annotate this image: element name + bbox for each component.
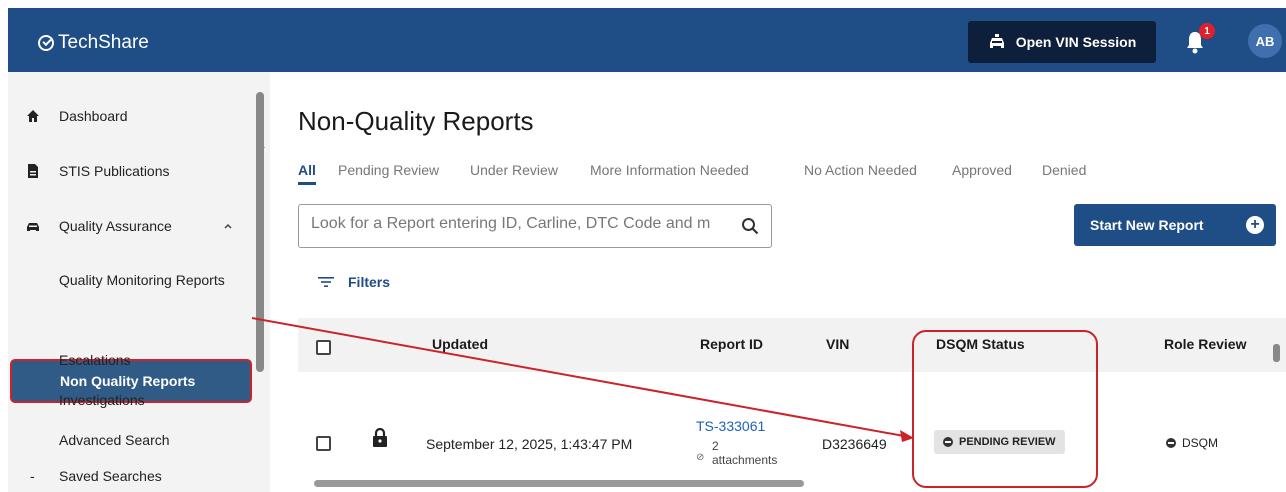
horizontal-scrollbar[interactable] [314, 480, 804, 487]
app-logo[interactable]: TechShare [38, 32, 149, 54]
paperclip-icon: ⊘ [696, 452, 705, 463]
sidebar-item-quality-monitoring-reports[interactable]: Quality Monitoring Reports [59, 272, 225, 288]
tab-all[interactable]: All [298, 162, 316, 185]
filter-icon [318, 277, 334, 287]
plus-circle-icon: + [1246, 216, 1264, 234]
attachments-label[interactable]: attachments [712, 454, 777, 467]
tab-denied[interactable]: Denied [1042, 162, 1086, 178]
notification-badge: 1 [1199, 23, 1215, 39]
search-icon[interactable] [741, 217, 759, 235]
sidebar-item-investigations[interactable]: Investigations [59, 392, 145, 408]
column-header-vin[interactable]: VIN [826, 336, 849, 352]
app-window: TechShare Open VIN Session 1 AB Dashboar… [8, 8, 1286, 492]
select-all-checkbox[interactable] [316, 340, 331, 355]
lock-icon [373, 428, 387, 447]
filters-button[interactable]: Filters [318, 274, 390, 290]
report-id-link[interactable]: TS-333061 [696, 418, 765, 434]
role-review-label: DSQM [1182, 436, 1218, 450]
row-checkbox[interactable] [316, 436, 331, 451]
start-new-report-button[interactable]: Start New Report + [1074, 204, 1276, 246]
car-icon [27, 223, 39, 231]
user-avatar[interactable]: AB [1248, 24, 1282, 58]
sidebar-item-label: Saved Searches [59, 468, 162, 484]
chevron-up-icon[interactable] [224, 223, 232, 229]
table-vertical-scrollbar[interactable] [1273, 344, 1280, 362]
sidebar-item-quality-assurance[interactable]: Quality Assurance [8, 208, 258, 244]
sidebar: Dashboard STIS Publications Quality Assu… [8, 72, 270, 492]
open-vin-session-button[interactable]: Open VIN Session [968, 21, 1156, 63]
search-box [298, 204, 772, 248]
top-header: TechShare Open VIN Session 1 AB [8, 8, 1286, 72]
start-button-label: Start New Report [1090, 217, 1204, 233]
sidebar-item-stis-publications[interactable]: STIS Publications [8, 153, 258, 189]
role-review-value: DSQM [1166, 436, 1218, 450]
tab-approved[interactable]: Approved [952, 162, 1012, 178]
updated-date: September 12, 2025, 1:43:47 PM [426, 436, 633, 452]
sidebar-item-label: Non Quality Reports [60, 373, 196, 389]
sidebar-item-advanced-search[interactable]: Advanced Search [59, 432, 170, 448]
tab-pending-review[interactable]: Pending Review [338, 162, 439, 178]
home-icon [27, 110, 39, 122]
sidebar-scrollbar[interactable] [256, 92, 264, 372]
tab-no-action-needed[interactable]: No Action Needed [804, 162, 917, 178]
table-row[interactable]: September 12, 2025, 1:43:47 PM TS-333061… [298, 372, 1286, 472]
document-icon [28, 164, 38, 178]
tab-under-review[interactable]: Under Review [470, 162, 558, 178]
table-header: Updated Report ID VIN DSQM Status Role R… [298, 318, 1286, 372]
sidebar-item-label: STIS Publications [59, 163, 170, 179]
tab-more-information-needed[interactable]: More Information Needed [590, 162, 749, 178]
attachments-count: 2 [712, 439, 719, 453]
sidebar-item-label: Dashboard [59, 108, 128, 124]
column-header-report-id[interactable]: Report ID [700, 336, 763, 352]
sidebar-item-saved-searches[interactable]: - Saved Searches [8, 458, 258, 492]
page-title: Non-Quality Reports [298, 106, 534, 136]
vin-button-label: Open VIN Session [1015, 34, 1137, 50]
filters-label: Filters [348, 274, 391, 290]
sidebar-item-label: Quality Assurance [59, 218, 172, 234]
dsqm-status-highlight [912, 330, 1098, 488]
minus-circle-icon [1166, 438, 1176, 448]
search-input[interactable] [311, 215, 731, 233]
sidebar-item-escalations[interactable]: Escalations [59, 352, 131, 368]
car-icon [989, 34, 1004, 48]
sidebar-item-dashboard[interactable]: Dashboard [8, 98, 258, 134]
collapse-icon: - [30, 468, 35, 484]
app-name: TechShare [58, 32, 149, 53]
vin-value: D3236649 [822, 436, 887, 452]
column-header-updated[interactable]: Updated [432, 336, 488, 352]
column-header-role-review[interactable]: Role Review [1164, 336, 1246, 352]
techshare-logo-icon [38, 35, 54, 51]
